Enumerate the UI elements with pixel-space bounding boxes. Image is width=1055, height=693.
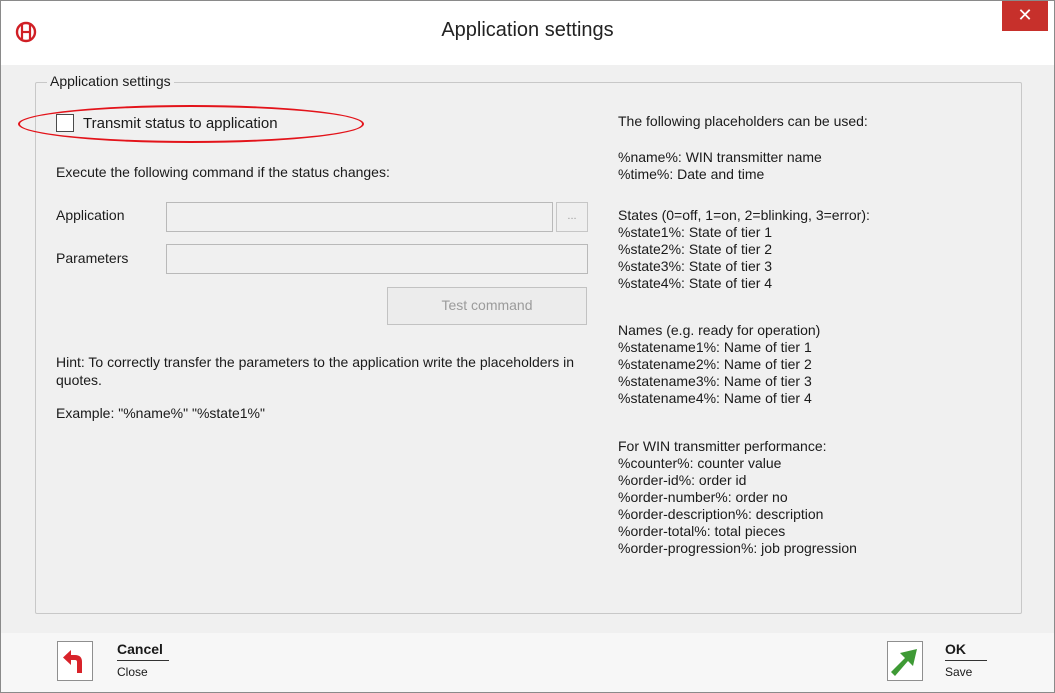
settings-dialog: Application settings ✕ Application setti… [0, 0, 1055, 693]
example-text: Example: "%name%" "%state1%" [56, 405, 265, 421]
placeholders-heading: The following placeholders can be used: [618, 113, 868, 129]
hint-text: Hint: To correctly transfer the paramete… [56, 354, 574, 388]
highlight-ellipse [18, 105, 364, 143]
undo-arrow-icon [63, 650, 82, 673]
browse-button[interactable]: ... [556, 202, 588, 232]
title-bar: Application settings ✕ [1, 1, 1054, 65]
ok-text[interactable]: OK Save [945, 641, 987, 679]
ok-label[interactable]: OK [945, 641, 987, 657]
placeholders-performance: For WIN transmitter performance: %counte… [618, 438, 857, 556]
ok-action[interactable]: OK Save [887, 641, 987, 681]
parameters-label: Parameters [56, 250, 129, 266]
cancel-sublabel[interactable]: Close [117, 665, 169, 679]
application-label: Application [56, 207, 125, 223]
close-icon: ✕ [1017, 5, 1033, 25]
window-title: Application settings [441, 19, 614, 41]
cancel-label[interactable]: Cancel [117, 641, 169, 657]
arrow-up-right-icon [891, 649, 917, 676]
cancel-action[interactable]: Cancel Close [57, 641, 169, 681]
test-command-button[interactable]: Test command [387, 287, 587, 325]
cancel-underline [117, 660, 169, 661]
close-button[interactable]: ✕ [1002, 1, 1048, 31]
parameters-input[interactable] [166, 244, 588, 274]
placeholders-names: Names (e.g. ready for operation) %staten… [618, 322, 821, 406]
application-input[interactable] [166, 202, 553, 232]
groupbox-legend: Application settings [47, 73, 174, 89]
ok-icon-box[interactable] [887, 641, 923, 681]
cancel-icon-box[interactable] [57, 641, 93, 681]
ok-underline [945, 660, 987, 661]
ok-sublabel[interactable]: Save [945, 665, 987, 679]
ellipsis-icon: ... [567, 210, 577, 222]
placeholders-states: States (0=off, 1=on, 2=blinking, 3=error… [618, 207, 870, 291]
placeholders-general: %name%: WIN transmitter name %time%: Dat… [618, 149, 822, 182]
cancel-text[interactable]: Cancel Close [117, 641, 169, 679]
execute-instruction: Execute the following command if the sta… [56, 164, 390, 180]
